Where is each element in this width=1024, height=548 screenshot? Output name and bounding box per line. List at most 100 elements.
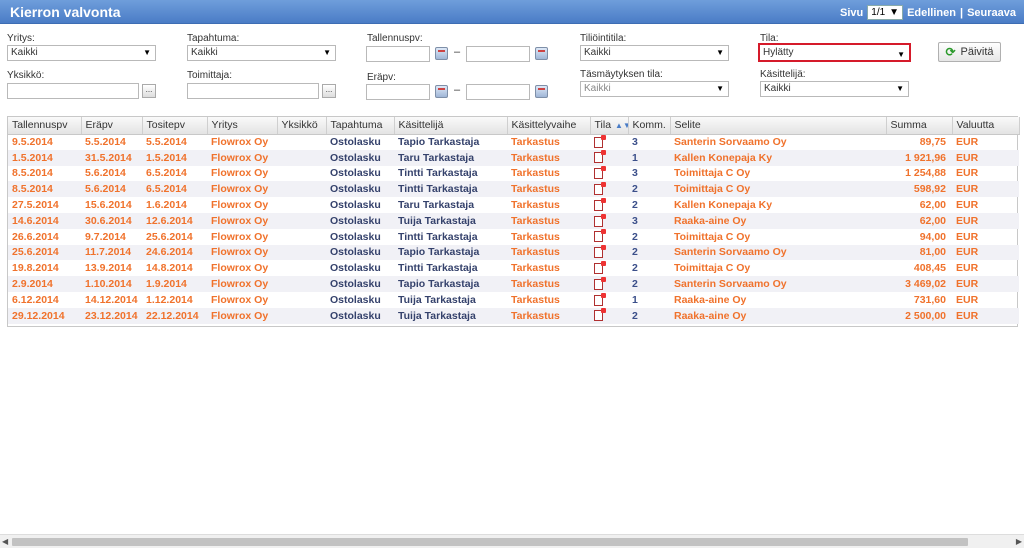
cell-kasittelija: Tintti Tarkastaja bbox=[398, 230, 478, 243]
table-header-row: Tallennuspv Eräpv Tositepv Yritys Yksikk… bbox=[8, 117, 1020, 135]
cell-yksikko bbox=[277, 166, 326, 182]
table-row[interactable]: 8.5.2014 5.6.2014 6.5.2014 Flowrox Oy Ostola… bbox=[8, 181, 1019, 198]
page-select[interactable]: 1/1 ▼ bbox=[867, 5, 904, 20]
rejected-document-icon[interactable] bbox=[594, 150, 606, 164]
cell-kasittelija: Tapio Tarkastaja bbox=[394, 276, 507, 292]
rejected-document-icon[interactable] bbox=[594, 245, 606, 259]
pager: Sivu 1/1 ▼ Edellinen | Seuraava bbox=[840, 5, 1016, 20]
cell-valuutta: EUR bbox=[952, 149, 1019, 166]
table-row[interactable]: 26.6.2014 9.7.2014 25.6.2014 Flowrox Oy Osto… bbox=[8, 229, 1019, 245]
cell-valuutta: EUR bbox=[956, 199, 979, 212]
col-header-summa[interactable]: Summa bbox=[886, 117, 953, 135]
col-header-valuutta[interactable]: Valuutta bbox=[952, 117, 1020, 135]
cell-kasittelija: Taru Tarkastaja bbox=[394, 149, 507, 166]
col-header-kasittelyvaihe[interactable]: Käsittelyvaihe bbox=[507, 117, 591, 135]
cell-komm: 2 bbox=[632, 262, 638, 275]
cell-komm: 2 bbox=[632, 199, 638, 212]
cell-kasittelyvaihe: Tarkastus bbox=[511, 262, 560, 275]
cell-tositepv: 1.9.2014 bbox=[142, 276, 207, 292]
col-header-tapahtuma[interactable]: Tapahtuma bbox=[326, 117, 395, 135]
horizontal-scrollbar[interactable]: ◀ ▶ bbox=[0, 534, 1024, 548]
tiliointitila-select[interactable]: Kaikki ▼ bbox=[580, 45, 729, 61]
table-row[interactable]: 19.8.2014 13.9.2014 14.8.2014 Flowrox Oy Ost… bbox=[8, 260, 1019, 276]
erapv-start-input[interactable] bbox=[366, 84, 430, 100]
cell-summa: 2 500,00 bbox=[886, 307, 952, 324]
table-row[interactable]: 2.9.2014 1.10.2014 1.9.2014 Flowrox Oy Ostol… bbox=[8, 276, 1019, 292]
erapv-end-input[interactable] bbox=[466, 84, 530, 100]
calendar-icon[interactable] bbox=[535, 47, 548, 60]
table-row[interactable]: 25.6.2014 11.7.2014 24.6.2014 Flowrox Oy Ost… bbox=[8, 244, 1019, 261]
tasmaytyksen-tila-select[interactable]: Kaikki ▼ bbox=[580, 81, 729, 97]
cell-tapahtuma: Ostolasku bbox=[326, 181, 394, 198]
cell-tallennuspv: 8.5.2014 bbox=[12, 167, 53, 180]
cell-selite: Kallen Konepaja Ky bbox=[674, 199, 773, 212]
rejected-document-icon[interactable] bbox=[594, 182, 606, 195]
prev-page-link[interactable]: Edellinen bbox=[907, 7, 956, 19]
refresh-label: Päivitä bbox=[960, 46, 994, 58]
refresh-button[interactable]: ⟳ Päivitä bbox=[938, 42, 1001, 62]
rejected-document-icon[interactable] bbox=[594, 276, 606, 290]
col-header-tositepv[interactable]: Tositepv bbox=[142, 117, 208, 135]
tila-select[interactable]: Hylätty ▼ bbox=[758, 43, 911, 62]
cell-yksikko bbox=[277, 292, 326, 308]
calendar-icon[interactable] bbox=[435, 85, 448, 98]
col-header-kasittelija[interactable]: Käsittelijä bbox=[394, 117, 508, 135]
tapahtuma-value: Kaikki bbox=[191, 47, 218, 58]
cell-tallennuspv: 2.9.2014 bbox=[8, 276, 81, 292]
toimittaja-input[interactable] bbox=[187, 83, 319, 99]
table-row[interactable]: 29.12.2014 23.12.2014 22.12.2014 Flowrox Oy… bbox=[8, 307, 1019, 324]
cell-komm: 2 bbox=[628, 276, 670, 292]
cell-kasittelija: Tuija Tarkastaja bbox=[394, 212, 507, 229]
yksikko-input[interactable] bbox=[7, 83, 139, 99]
table-row[interactable]: 27.5.2014 15.6.2014 1.6.2014 Flowrox Oy Osto… bbox=[8, 197, 1019, 213]
cell-tallennuspv: 29.12.2014 bbox=[8, 307, 81, 324]
table-row[interactable]: 9.5.2014 5.5.2014 5.5.2014 Flowrox Oy Ostola… bbox=[8, 134, 1019, 150]
chevron-down-icon: ▼ bbox=[716, 84, 724, 93]
next-page-link[interactable]: Seuraava bbox=[967, 7, 1016, 19]
table-row[interactable]: 14.6.2014 30.6.2014 12.6.2014 Flowrox Oy Ost… bbox=[8, 212, 1019, 229]
cell-tallennuspv: 8.5.2014 bbox=[8, 181, 81, 198]
table-row[interactable]: 8.5.2014 5.6.2014 6.5.2014 Flowrox Oy Ostola… bbox=[8, 166, 1019, 182]
col-header-tallennuspv[interactable]: Tallennuspv bbox=[8, 117, 82, 135]
rejected-document-icon[interactable] bbox=[594, 166, 606, 180]
yksikko-lookup-button[interactable]: ... bbox=[142, 84, 156, 98]
cell-selite: Toimittaja C Oy bbox=[674, 167, 751, 180]
rejected-document-icon[interactable] bbox=[594, 308, 606, 322]
col-header-yksikko[interactable]: Yksikkö bbox=[277, 117, 327, 135]
calendar-icon[interactable] bbox=[535, 85, 548, 98]
scroll-right-icon[interactable]: ▶ bbox=[1016, 537, 1022, 546]
calendar-icon[interactable] bbox=[435, 47, 448, 60]
tapahtuma-select[interactable]: Kaikki ▼ bbox=[187, 45, 336, 61]
col-header-tila[interactable]: Tila▲▼ bbox=[590, 117, 629, 135]
cell-selite: Santerin Sorvaamo Oy bbox=[670, 276, 886, 292]
col-header-yritys[interactable]: Yritys bbox=[207, 117, 278, 135]
toimittaja-lookup-button[interactable]: ... bbox=[322, 84, 336, 98]
cell-tapahtuma: Ostolasku bbox=[330, 262, 381, 275]
tallennuspv-start-input[interactable] bbox=[366, 46, 430, 62]
cell-yritys: Flowrox Oy bbox=[211, 262, 269, 275]
rejected-document-icon[interactable] bbox=[594, 134, 606, 148]
rejected-document-icon[interactable] bbox=[594, 260, 606, 274]
rejected-document-icon[interactable] bbox=[594, 197, 606, 211]
col-header-selite[interactable]: Selite bbox=[670, 117, 887, 135]
rejected-document-icon[interactable] bbox=[594, 292, 606, 306]
yritys-select[interactable]: Kaikki ▼ bbox=[7, 45, 156, 61]
cell-kasittelija: Taru Tarkastaja bbox=[398, 199, 475, 212]
cell-yritys: Flowrox Oy bbox=[207, 212, 277, 229]
scrollbar-thumb[interactable] bbox=[12, 538, 968, 546]
rejected-document-icon[interactable] bbox=[594, 213, 606, 227]
cell-komm: 3 bbox=[632, 167, 638, 180]
kasittelija-select[interactable]: Kaikki ▼ bbox=[760, 81, 909, 97]
rejected-document-icon[interactable] bbox=[594, 229, 606, 243]
cell-komm: 2 bbox=[628, 307, 670, 324]
scroll-left-icon[interactable]: ◀ bbox=[2, 537, 8, 546]
table-row[interactable]: 6.12.2014 14.12.2014 1.12.2014 Flowrox Oy Os… bbox=[8, 292, 1019, 308]
table-body: 9.5.2014 5.5.2014 5.5.2014 Flowrox Oy Ostola… bbox=[8, 134, 1019, 324]
cell-summa: 598,92 bbox=[886, 181, 952, 198]
col-header-komm[interactable]: Komm. bbox=[628, 117, 671, 135]
cell-selite: Raaka-aine Oy bbox=[670, 307, 886, 324]
table-row[interactable]: 1.5.2014 31.5.2014 1.5.2014 Flowrox Oy Ostol… bbox=[8, 149, 1019, 166]
cell-tallennuspv: 6.12.2014 bbox=[12, 293, 59, 306]
tallennuspv-end-input[interactable] bbox=[466, 46, 530, 62]
col-header-erapv[interactable]: Eräpv bbox=[81, 117, 143, 135]
